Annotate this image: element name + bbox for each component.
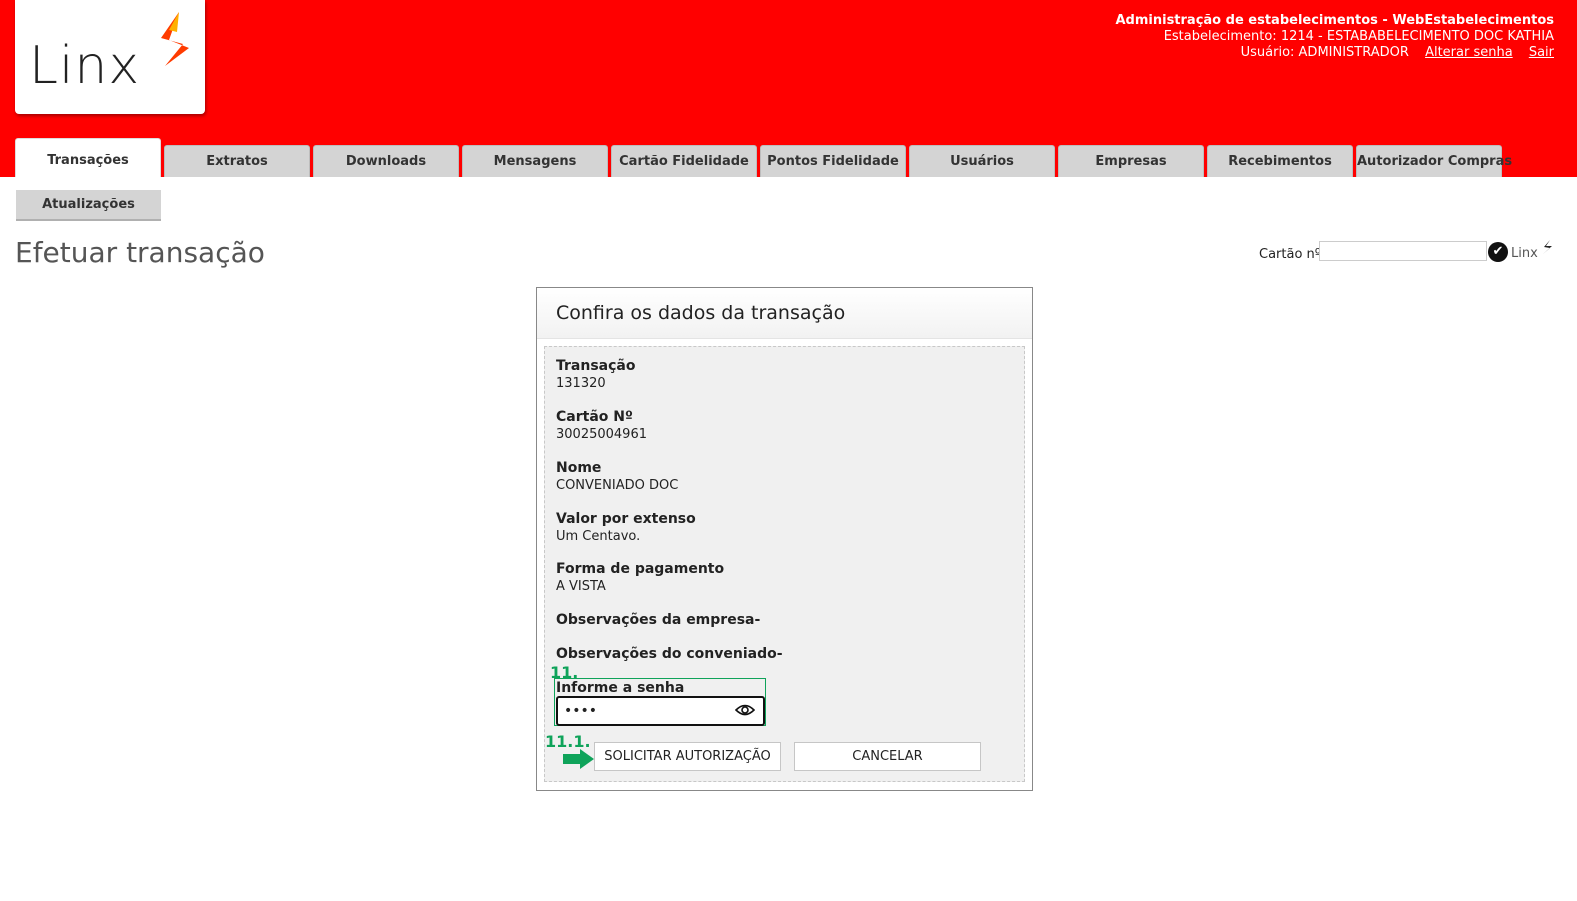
tab-recebimentos[interactable]: Recebimentos	[1207, 145, 1353, 177]
linx-small-mark-icon	[1543, 240, 1552, 254]
cancel-button[interactable]: CANCELAR	[794, 742, 981, 771]
linx-logo: Linx	[15, 0, 205, 114]
change-password-link[interactable]: Alterar senha	[1425, 45, 1513, 60]
payment-method-value: A VISTA	[556, 579, 606, 594]
name-label: Nome	[556, 460, 602, 476]
logo-text: Linx	[29, 36, 141, 96]
transaction-confirm-dialog: Confira os dados da transação Transação …	[536, 287, 1033, 791]
tab-extratos[interactable]: Extratos	[164, 145, 310, 177]
user-line: Usuário: ADMINISTRADOR Alterar senha Sai…	[1115, 45, 1554, 61]
subtab-atualizacoes[interactable]: Atualizações	[16, 190, 161, 221]
user-info: Usuário: ADMINISTRADOR	[1240, 45, 1409, 60]
session-info: Administração de estabelecimentos - WebE…	[1115, 13, 1554, 61]
green-arrow-icon	[563, 749, 594, 769]
confirm-check-icon[interactable]: ✔	[1488, 242, 1508, 262]
request-authorization-button[interactable]: SOLICITAR AUTORIZAÇÃO	[594, 742, 781, 771]
amount-words-label: Valor por extenso	[556, 511, 696, 527]
system-title: Administração de estabelecimentos - WebE…	[1115, 13, 1554, 28]
tab-cartao-fidelidade[interactable]: Cartão Fidelidade	[611, 145, 757, 177]
card-search: Cartão nº ✔ Linx	[1247, 240, 1577, 268]
transaction-label: Transação	[556, 358, 636, 374]
name-value: CONVENIADO DOC	[556, 478, 679, 493]
payment-method-label: Forma de pagamento	[556, 561, 725, 577]
tab-usuarios[interactable]: Usuários	[909, 145, 1055, 177]
dialog-header: Confira os dados da transação	[537, 288, 1032, 339]
company-notes-label: Observações da empresa-	[556, 612, 761, 628]
card-number-field-label: Cartão Nº	[556, 409, 633, 425]
tab-transacoes[interactable]: Transações	[15, 138, 161, 177]
tab-mensagens[interactable]: Mensagens	[462, 145, 608, 177]
logout-link[interactable]: Sair	[1529, 45, 1554, 60]
card-number-label: Cartão nº	[1259, 247, 1321, 262]
establishment-info: Estabelecimento: 1214 - ESTABABELECIMENT…	[1163, 29, 1554, 44]
show-password-eye-icon[interactable]	[735, 703, 755, 717]
tab-empresas[interactable]: Empresas	[1058, 145, 1204, 177]
linx-mark-icon	[161, 12, 189, 66]
amount-words-value: Um Centavo.	[556, 529, 641, 544]
password-label: Informe a senha	[556, 680, 685, 696]
tab-autorizador-compras[interactable]: Autorizador Compras	[1356, 145, 1512, 177]
tab-pontos-fidelidade[interactable]: Pontos Fidelidade	[760, 145, 906, 177]
dialog-body: Transação 131320 Cartão Nº 30025004961 N…	[544, 346, 1025, 782]
dialog-title: Confira os dados da transação	[556, 302, 846, 324]
top-header: Linx Administração de estabelecimentos -…	[0, 0, 1577, 177]
tab-downloads[interactable]: Downloads	[313, 145, 459, 177]
linx-small-logo: Linx	[1511, 246, 1538, 261]
page-title: Efetuar transação	[15, 236, 265, 269]
password-input[interactable]: ••••	[556, 696, 765, 726]
card-number-input[interactable]	[1319, 241, 1487, 261]
card-number-value: 30025004961	[556, 427, 647, 442]
transaction-value: 131320	[556, 376, 606, 391]
member-notes-label: Observações do conveniado-	[556, 646, 783, 662]
